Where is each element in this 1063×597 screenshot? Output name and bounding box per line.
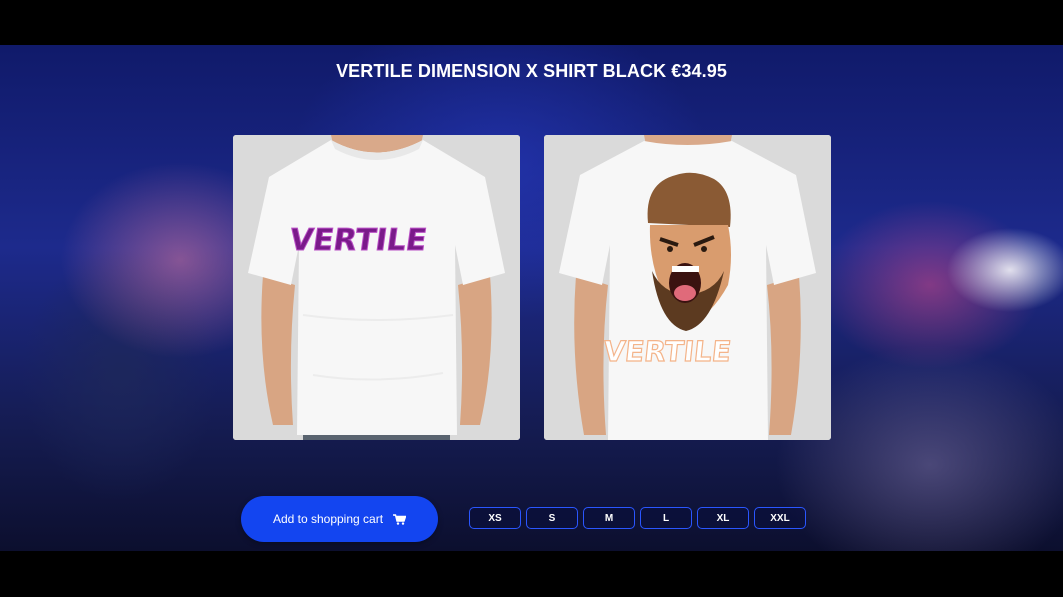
size-option-xl[interactable]: XL: [697, 507, 749, 529]
t-shirt-back-illustration: VERTILE: [544, 135, 831, 440]
t-shirt-front-illustration: VERTILE: [233, 135, 520, 440]
size-option-xxl[interactable]: XXL: [754, 507, 806, 529]
add-to-cart-button[interactable]: Add to shopping cart: [241, 496, 438, 542]
bottom-bar: [0, 551, 1063, 597]
concert-background: [0, 45, 1063, 551]
front-print-text: VERTILE: [287, 223, 429, 258]
size-option-m[interactable]: M: [583, 507, 635, 529]
shopping-cart-icon: [393, 513, 407, 525]
back-print-text: VERTILE: [602, 335, 733, 368]
size-option-xs[interactable]: XS: [469, 507, 521, 529]
add-to-cart-label: Add to shopping cart: [272, 512, 384, 526]
size-option-l[interactable]: L: [640, 507, 692, 529]
size-selector: XS S M L XL XXL: [469, 507, 806, 529]
top-bar: [0, 0, 1063, 45]
product-image-back[interactable]: VERTILE: [544, 135, 831, 440]
product-image-front[interactable]: VERTILE: [233, 135, 520, 440]
size-option-s[interactable]: S: [526, 507, 578, 529]
product-title: VERTILE DIMENSION X SHIRT BLACK €34.95: [336, 61, 727, 81]
